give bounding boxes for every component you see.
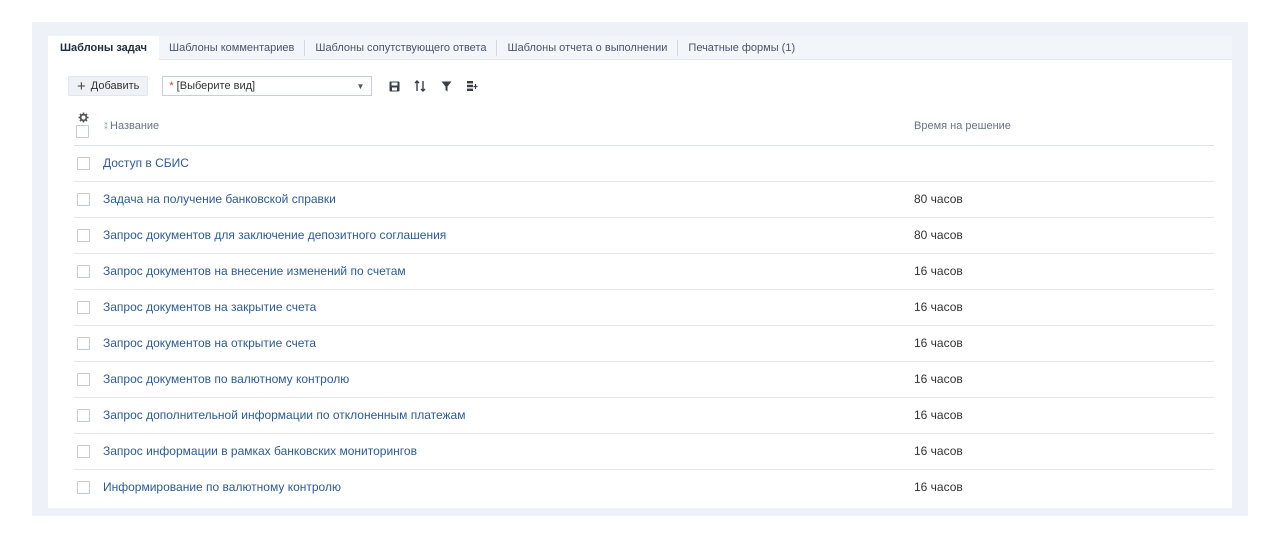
templates-table: ⁑ Название Время на решение Доступ в СБИС… [74, 108, 1214, 506]
table-row[interactable]: Запрос документов по валютному контролю … [74, 362, 1214, 398]
type-select-value: [Выберите вид] [176, 80, 256, 92]
table-row[interactable]: Запрос документов для заключение депозит… [74, 218, 1214, 254]
time-value: 80 часов [914, 192, 963, 206]
required-mark: * [169, 80, 174, 92]
templates-panel: Шаблоны задач Шаблоны комментариев Шабло… [48, 36, 1232, 508]
plus-icon: + [77, 77, 86, 95]
time-value: 16 часов [914, 480, 963, 494]
time-value: 16 часов [914, 372, 963, 386]
filter-icon[interactable] [438, 78, 454, 94]
tab-completion-report-templates[interactable]: Шаблоны отчета о выполнении [497, 40, 679, 56]
time-value: 16 часов [914, 336, 963, 350]
time-value: 16 часов [914, 444, 963, 458]
sort-mark: ⁑ [104, 122, 108, 131]
add-button[interactable]: + Добавить [68, 76, 149, 96]
tab-bar: Шаблоны задач Шаблоны комментариев Шабло… [48, 36, 1232, 61]
table-row[interactable]: Доступ в СБИС [74, 146, 1214, 182]
tab-accompanying-reply-templates[interactable]: Шаблоны сопутствующего ответа [305, 40, 498, 56]
template-name-link[interactable]: Задача на получение банковской справки [103, 192, 336, 206]
template-name-link[interactable]: Запрос документов на открытие счета [103, 336, 316, 350]
template-name-link[interactable]: Запрос документов на внесение изменений … [103, 264, 406, 278]
table-row[interactable]: Запрос документов на внесение изменений … [74, 254, 1214, 290]
table-row[interactable]: Запрос документов на закрытие счета 16 ч… [74, 290, 1214, 326]
table-header: ⁑ Название Время на решение [74, 108, 1214, 146]
template-name-link[interactable]: Запрос документов по валютному контролю [103, 372, 349, 386]
table-row[interactable]: Запрос дополнительной информации по откл… [74, 398, 1214, 434]
time-value: 16 часов [914, 408, 963, 422]
window-frame: Шаблоны задач Шаблоны комментариев Шабло… [32, 22, 1248, 516]
row-checkbox[interactable] [77, 409, 90, 422]
row-checkbox[interactable] [77, 373, 90, 386]
row-checkbox[interactable] [77, 265, 90, 278]
template-name-link[interactable]: Запрос дополнительной информации по откл… [103, 408, 465, 422]
table-row[interactable]: Информирование по валютному контролю 16 … [74, 470, 1214, 506]
template-name-link[interactable]: Запрос информации в рамках банковских мо… [103, 444, 417, 458]
time-value: 16 часов [914, 300, 963, 314]
chevron-down-icon: ▼ [356, 82, 365, 91]
table-row[interactable]: Запрос информации в рамках банковских мо… [74, 434, 1214, 470]
row-checkbox[interactable] [77, 301, 90, 314]
template-name-link[interactable]: Запрос документов для заключение депозит… [103, 228, 446, 242]
tab-comment-templates[interactable]: Шаблоны комментариев [159, 40, 306, 56]
row-checkbox[interactable] [77, 481, 90, 494]
save-icon[interactable] [386, 78, 402, 94]
add-button-label: Добавить [90, 80, 140, 92]
row-checkbox[interactable] [77, 445, 90, 458]
template-name-link[interactable]: Информирование по валютному контролю [103, 480, 341, 494]
row-checkbox[interactable] [77, 229, 90, 242]
type-select[interactable]: * [Выберите вид] ▼ [162, 76, 373, 96]
time-value: 80 часов [914, 228, 963, 242]
toolbar: + Добавить * [Выберите вид] ▼ [68, 76, 480, 96]
table-row[interactable]: Запрос документов на открытие счета 16 ч… [74, 326, 1214, 362]
tab-print-forms[interactable]: Печатные формы (1) [678, 40, 805, 56]
template-name-link[interactable]: Запрос документов на закрытие счета [103, 300, 316, 314]
row-checkbox[interactable] [77, 193, 90, 206]
time-value: 16 часов [914, 264, 963, 278]
add-column-icon[interactable] [464, 78, 480, 94]
sort-icon[interactable] [412, 78, 428, 94]
column-header-name[interactable]: ⁑ Название [104, 120, 159, 132]
row-checkbox[interactable] [77, 157, 90, 170]
select-all-checkbox[interactable] [76, 125, 89, 138]
template-name-link[interactable]: Доступ в СБИС [103, 156, 189, 170]
row-checkbox[interactable] [77, 337, 90, 350]
column-header-time[interactable]: Время на решение [914, 120, 1011, 132]
gear-icon[interactable] [78, 110, 90, 123]
tab-task-templates[interactable]: Шаблоны задач [48, 36, 160, 61]
column-header-name-label: Название [110, 120, 160, 132]
table-row[interactable]: Задача на получение банковской справки 8… [74, 182, 1214, 218]
